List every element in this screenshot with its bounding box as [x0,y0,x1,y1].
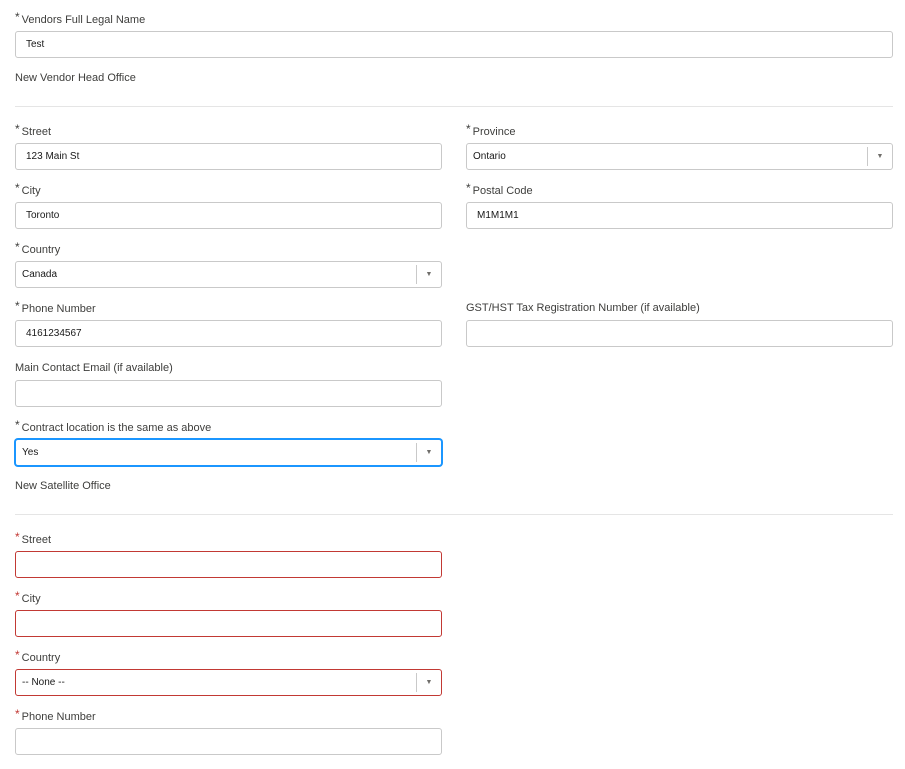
phone-input[interactable]: 4161234567 [15,320,442,347]
city-input[interactable]: Toronto [15,202,442,229]
phone-label: * Phone Number [15,299,96,315]
section-divider [15,514,893,515]
country-label: * Country [15,240,61,256]
country-value: Canada [22,269,58,280]
satellite-street-label: * Street [15,530,52,546]
province-select[interactable]: Ontario ▼ [466,143,893,170]
section-divider [15,106,893,107]
head-office-title: New Vendor Head Office [15,72,136,84]
street-input[interactable]: 123 Main St [15,143,442,170]
contract-location-value: Yes [22,447,39,458]
province-value: Ontario [473,151,506,162]
country-select[interactable]: Canada ▼ [15,261,442,288]
vendor-name-input[interactable]: Test [15,31,893,58]
postal-code-label: * Postal Code [466,181,533,197]
postal-code-input[interactable]: M1M1M1 [466,202,893,229]
chevron-down-icon[interactable]: ▼ [416,265,441,284]
email-input[interactable] [15,380,442,407]
satellite-office-title: New Satellite Office [15,480,111,492]
satellite-country-value: -- None -- [22,677,65,688]
satellite-phone-label: * Phone Number [15,707,96,723]
street-label: * Street [15,122,52,138]
chevron-down-icon[interactable]: ▼ [416,443,441,462]
satellite-country-label: * Country [15,648,61,664]
contract-location-select[interactable]: Yes ▼ [15,439,442,466]
satellite-city-input[interactable] [15,610,442,637]
chevron-down-icon[interactable]: ▼ [416,673,441,692]
satellite-street-input[interactable] [15,551,442,578]
province-label: * Province [466,122,516,138]
email-label: Main Contact Email (if available) [15,362,173,374]
satellite-country-select[interactable]: -- None -- ▼ [15,669,442,696]
gst-input[interactable] [466,320,893,347]
gst-label: GST/HST Tax Registration Number (if avai… [466,302,700,314]
satellite-phone-input[interactable] [15,728,442,755]
contract-location-label: * Contract location is the same as above [15,418,212,434]
city-label: * City [15,181,41,197]
vendor-name-label: * Vendors Full Legal Name [15,10,146,26]
chevron-down-icon[interactable]: ▼ [867,147,892,166]
satellite-city-label: * City [15,589,41,605]
